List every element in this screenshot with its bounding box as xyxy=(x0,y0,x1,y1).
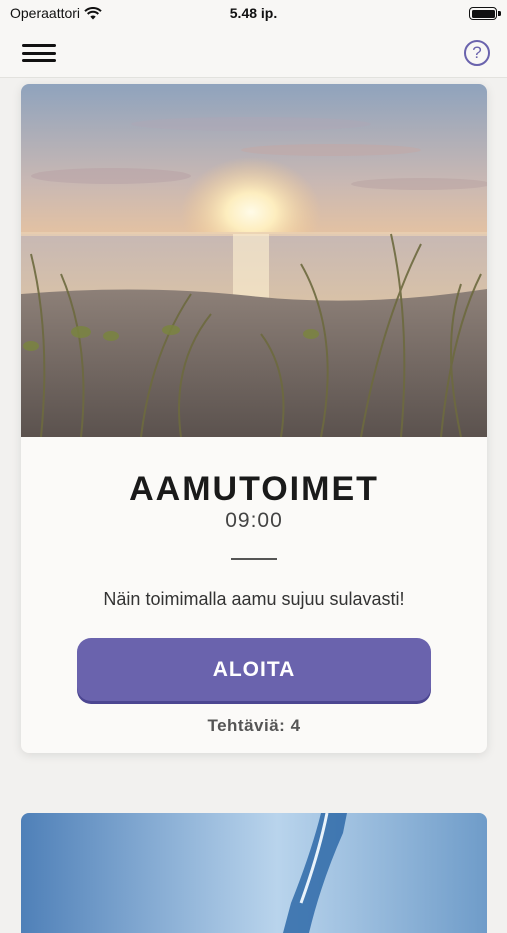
divider xyxy=(231,558,277,560)
routine-description: Näin toimimalla aamu sujuu sulavasti! xyxy=(103,589,405,609)
routine-card: AAMUTOIMET 09:00 Näin toimimalla aamu su… xyxy=(21,84,487,753)
help-icon[interactable]: ? xyxy=(464,40,490,66)
start-button[interactable]: ALOITA xyxy=(77,638,431,701)
status-bar: Operaattori 5.48 ip. xyxy=(0,0,507,28)
battery-icon xyxy=(469,7,501,20)
routine-time: 09:00 xyxy=(225,509,283,532)
hamburger-menu-icon[interactable] xyxy=(22,44,56,62)
water-image xyxy=(21,813,487,933)
beach-sunset-image xyxy=(21,84,487,437)
next-routine-card[interactable] xyxy=(21,813,487,933)
navigation-bar: ? xyxy=(0,28,507,78)
routine-title: AAMUTOIMET xyxy=(129,470,379,508)
task-count: Tehtäviä: 4 xyxy=(207,716,301,735)
status-time: 5.48 ip. xyxy=(229,5,278,21)
